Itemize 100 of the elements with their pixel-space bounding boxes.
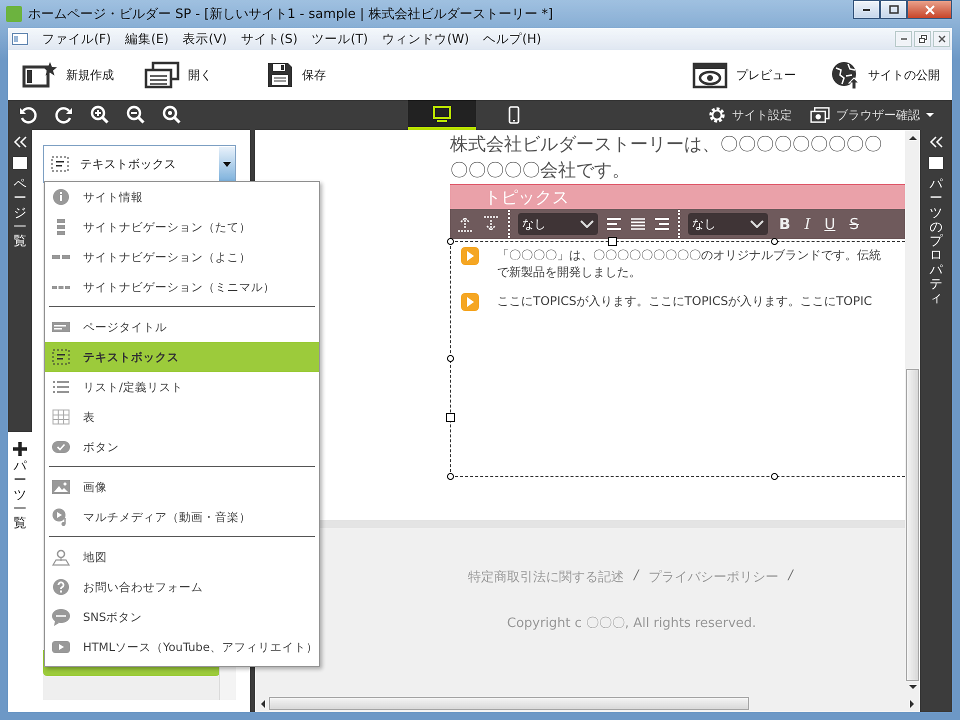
style-select[interactable]: なし <box>518 213 598 235</box>
panel-label[interactable]: パーツのプロパティ <box>930 178 942 307</box>
scroll-thumb[interactable] <box>269 697 749 710</box>
menu-item[interactable]: ファイル(F) <box>42 30 111 48</box>
toolbar-button[interactable]: サイトの公開 <box>830 60 940 90</box>
menu-item[interactable]: サイトナビゲーション（ミニマル） <box>45 272 319 302</box>
toolbar-button[interactable]: サイト設定 <box>708 106 792 124</box>
separator-text: / <box>632 568 640 585</box>
scroll-thumb[interactable] <box>906 369 919 681</box>
toolbar-button[interactable]: 新規作成 <box>22 61 144 89</box>
panel-label[interactable]: ページ一覧 <box>14 178 26 250</box>
table-icon <box>51 407 71 427</box>
text-box-icon <box>51 347 71 367</box>
resize-handle[interactable] <box>447 238 454 245</box>
play-icon <box>461 293 479 311</box>
panel-label[interactable]: パーツ一覧 <box>14 460 26 532</box>
resize-handle[interactable] <box>447 473 454 480</box>
toolbar-button[interactable]: 保存 <box>266 61 326 89</box>
scroll-right-icon[interactable] <box>910 700 914 708</box>
horizontal-scrollbar[interactable] <box>255 695 920 712</box>
menu-item[interactable]: HTMLソース（YouTube、アフィリエイト） <box>45 632 319 662</box>
resize-handle[interactable] <box>771 238 778 245</box>
monitor-icon <box>432 104 452 122</box>
menu-item[interactable]: 地図 <box>45 542 319 572</box>
minimize-button[interactable] <box>853 0 880 19</box>
move-down-icon[interactable] <box>482 215 500 233</box>
restore-icon <box>918 35 926 43</box>
speech-bubble-icon <box>51 607 71 627</box>
zoom-in-icon[interactable] <box>90 105 110 125</box>
new-page-icon <box>22 61 58 89</box>
map-pin-icon <box>51 547 71 567</box>
format-button[interactable]: I <box>801 215 814 233</box>
align-right-icon[interactable] <box>654 217 670 231</box>
save-icon <box>266 61 294 89</box>
menu-item[interactable]: テキストボックス <box>45 342 319 372</box>
menu-item[interactable]: 編集(E) <box>124 30 169 48</box>
anchor-handle[interactable] <box>446 413 455 422</box>
collapse-icon[interactable] <box>13 136 27 148</box>
menu-item[interactable]: サイト情報 <box>45 182 319 212</box>
plus-icon[interactable] <box>13 442 27 456</box>
scroll-left-icon[interactable] <box>261 700 265 708</box>
resize-handle[interactable] <box>771 473 778 480</box>
window-title: ホームページ・ビルダー SP - [新しいサイト1 - sample | 株式会社ビルダーストーリー *] <box>28 6 554 23</box>
minimize-icon <box>900 38 906 40</box>
scroll-down-icon[interactable] <box>908 685 916 689</box>
menu-item[interactable]: ウィンドウ(W) <box>382 30 470 48</box>
menu-item[interactable]: サイトナビゲーション（よこ） <box>45 242 319 272</box>
menu-item[interactable]: リスト/定義リスト <box>45 372 319 402</box>
close-icon <box>938 35 946 43</box>
menu-item[interactable]: ツール(T) <box>312 30 368 48</box>
move-up-icon[interactable] <box>456 215 474 233</box>
topic-text: で新製品を開発しました。 <box>497 264 642 281</box>
anchor-handle[interactable] <box>608 237 617 246</box>
menu-item[interactable]: お問い合わせフォーム <box>45 572 319 602</box>
align-center-icon[interactable] <box>630 217 646 231</box>
undo-icon[interactable] <box>18 105 38 125</box>
format-button[interactable]: B <box>776 215 794 233</box>
format-button[interactable]: S <box>846 215 862 233</box>
vertical-scrollbar[interactable] <box>905 130 920 695</box>
menu-item[interactable]: ヘルプ(H) <box>483 30 542 48</box>
menu-item[interactable]: サイトナビゲーション（たて） <box>45 212 319 242</box>
chevron-icon <box>750 220 764 228</box>
side-bars-icon <box>52 255 70 259</box>
page-icon <box>928 156 944 170</box>
toolbar-button[interactable]: 開く <box>144 61 266 89</box>
resize-handle[interactable] <box>447 355 454 362</box>
body-text: 〇〇〇〇〇会社です。 <box>450 159 631 183</box>
minimize-icon <box>863 8 870 10</box>
dashes-icon <box>52 286 70 288</box>
open-windows-icon <box>144 61 180 89</box>
device-tab[interactable] <box>408 100 476 130</box>
restore-button[interactable] <box>914 31 931 47</box>
close-icon <box>924 4 934 14</box>
toolbar-button[interactable]: ブラウザー確認 <box>810 106 934 124</box>
toolbar-button[interactable]: プレビュー <box>692 61 796 89</box>
menu-item[interactable]: 画像 <box>45 472 319 502</box>
menu-item[interactable]: ページタイトル <box>45 312 319 342</box>
zoom-out-icon[interactable] <box>126 105 146 125</box>
zoom-reset-icon[interactable] <box>162 105 182 125</box>
redo-icon[interactable] <box>54 105 74 125</box>
maximize-button[interactable] <box>880 0 907 19</box>
menu-item[interactable]: マルチメディア（動画・音楽） <box>45 502 319 532</box>
collapse-icon[interactable] <box>929 136 943 148</box>
menu-item[interactable]: 表 <box>45 402 319 432</box>
eye-window-icon <box>692 61 728 89</box>
size-select[interactable]: なし <box>688 213 768 235</box>
menu-item[interactable]: SNSボタン <box>45 602 319 632</box>
chevron-icon <box>580 220 594 228</box>
menu-item[interactable]: サイト(S) <box>240 30 298 48</box>
image-icon <box>51 477 71 497</box>
align-left-icon[interactable] <box>606 217 622 231</box>
close-button[interactable] <box>907 0 952 19</box>
menu-item[interactable]: 表示(V) <box>182 30 227 48</box>
play-icon <box>461 247 479 265</box>
copyright-text: Copyright c 〇〇〇, All rights reserved. <box>506 615 758 632</box>
format-button[interactable]: U <box>821 215 838 233</box>
parts-dropdown[interactable]: テキストボックス <box>43 145 236 183</box>
scroll-up-icon[interactable] <box>908 136 916 140</box>
menu-item[interactable]: ボタン <box>45 432 319 462</box>
info-icon <box>51 187 71 207</box>
